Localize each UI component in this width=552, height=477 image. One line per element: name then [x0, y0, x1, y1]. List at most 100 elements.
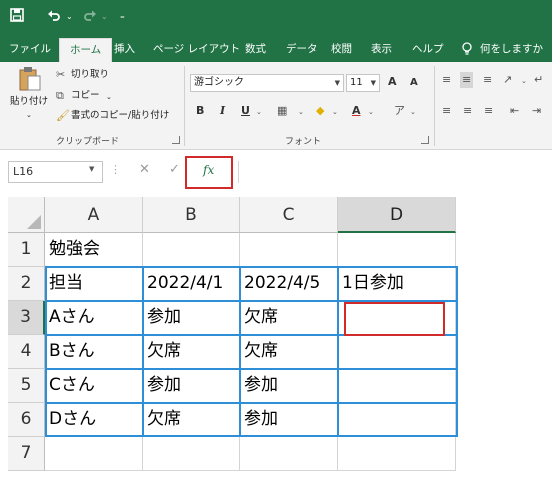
tab-formulas[interactable]: 数式 [245, 36, 266, 62]
orientation-icon[interactable]: ↗ [503, 72, 512, 88]
copy-icon[interactable]: ⧉ [56, 88, 64, 104]
cell-b3[interactable]: 参加 [143, 301, 240, 335]
cell-b7[interactable] [143, 437, 240, 471]
cell-d5[interactable] [338, 369, 456, 403]
row-header-2[interactable]: 2 [8, 267, 45, 301]
chevron-down-icon[interactable]: ⌄ [256, 104, 262, 120]
shrink-font-icon[interactable]: A [410, 75, 418, 91]
cell-c6[interactable]: 参加 [240, 403, 338, 437]
fill-color-icon[interactable]: ◆ [316, 103, 324, 119]
grow-font-icon[interactable]: A [388, 74, 397, 90]
cell-d4[interactable] [338, 335, 456, 369]
customize-icon[interactable]: ₌ [120, 8, 125, 26]
cell-b6[interactable]: 欠席 [143, 403, 240, 437]
paste-icon[interactable] [18, 66, 42, 97]
align-bottom-icon[interactable]: ≡ [483, 72, 492, 88]
tell-me-search[interactable]: 何をしますか [480, 36, 543, 62]
tab-home[interactable]: ホーム [59, 38, 113, 62]
undo-icon[interactable] [47, 8, 61, 22]
paste-dropdown-icon[interactable]: ⌄ [26, 108, 32, 122]
save-icon[interactable] [10, 8, 24, 22]
chevron-down-icon[interactable]: ▼ [371, 75, 376, 91]
cut-label[interactable]: 切り取り [71, 68, 109, 82]
tab-view[interactable]: 表示 [371, 36, 392, 62]
chevron-down-icon[interactable]: ▼ [335, 75, 340, 91]
redo-icon[interactable] [83, 8, 97, 22]
chevron-down-icon[interactable]: ⌄ [410, 104, 416, 120]
cell-a3[interactable]: Aさん [45, 301, 143, 335]
italic-button[interactable]: I [220, 103, 225, 119]
chevron-down-icon[interactable]: ⌄ [332, 104, 338, 120]
phonetic-icon[interactable]: ア [394, 103, 405, 119]
cell-a7[interactable] [45, 437, 143, 471]
lightbulb-icon[interactable] [461, 36, 473, 62]
chevron-down-icon[interactable]: ⌄ [521, 73, 527, 89]
tab-help[interactable]: ヘルプ [412, 36, 444, 62]
chevron-down-icon[interactable]: ⌄ [368, 104, 374, 120]
cell-c4[interactable]: 欠席 [240, 335, 338, 369]
underline-button[interactable]: U [241, 103, 250, 119]
select-all-button[interactable] [8, 197, 45, 233]
scissors-icon[interactable]: ✂ [56, 67, 65, 83]
column-header-a[interactable]: A [45, 197, 143, 233]
cell-c1[interactable] [240, 233, 338, 267]
cell-d6[interactable] [338, 403, 456, 437]
bold-button[interactable]: B [196, 103, 204, 119]
cell-c5[interactable]: 参加 [240, 369, 338, 403]
cell-b4[interactable]: 欠席 [143, 335, 240, 369]
tab-data[interactable]: データ [286, 36, 318, 62]
font-name-box[interactable]: 游ゴシック ▼ [190, 74, 344, 92]
cell-a4[interactable]: Bさん [45, 335, 143, 369]
cell-d2[interactable]: 1日参加 [338, 267, 456, 301]
cell-b2[interactable]: 2022/4/1 [143, 267, 240, 301]
copy-dropdown-icon[interactable]: ⌄ [106, 90, 112, 104]
row-header-6[interactable]: 6 [8, 403, 45, 437]
format-painter-label[interactable]: 書式のコピー/貼り付け [71, 109, 169, 123]
cell-c3[interactable]: 欠席 [240, 301, 338, 335]
chevron-down-icon[interactable]: ⌄ [298, 104, 304, 120]
cell-a1[interactable]: 勉強会 [45, 233, 143, 267]
tab-page-layout[interactable]: ページ レイアウト [153, 36, 240, 62]
formula-input[interactable] [238, 161, 552, 183]
cell-a2[interactable]: 担当 [45, 267, 143, 301]
decrease-indent-icon[interactable]: ⇤ [510, 103, 519, 119]
column-header-d[interactable]: D [338, 197, 456, 233]
tab-file[interactable]: ファイル [9, 36, 51, 62]
row-header-3[interactable]: 3 [8, 301, 45, 335]
cell-c7[interactable] [240, 437, 338, 471]
increase-indent-icon[interactable]: ⇥ [532, 103, 541, 119]
copy-label[interactable]: コピー [71, 89, 100, 103]
tab-insert[interactable]: 挿入 [114, 36, 135, 62]
enter-icon[interactable]: ✓ [169, 162, 180, 177]
font-launcher-icon[interactable] [421, 136, 429, 144]
paste-label[interactable]: 貼り付け [10, 95, 48, 109]
wrap-text-icon[interactable]: ↵ [534, 72, 543, 88]
borders-icon[interactable]: ▦ [277, 103, 287, 119]
align-middle-icon[interactable]: ≡ [460, 72, 474, 88]
font-size-box[interactable]: 11 ▼ [346, 74, 380, 92]
align-top-icon[interactable]: ≡ [442, 72, 451, 88]
row-header-4[interactable]: 4 [8, 335, 45, 369]
align-center-icon[interactable]: ≡ [463, 103, 472, 119]
tab-review[interactable]: 校閲 [331, 36, 352, 62]
row-header-7[interactable]: 7 [8, 437, 45, 471]
row-header-5[interactable]: 5 [8, 369, 45, 403]
column-header-b[interactable]: B [143, 197, 240, 233]
format-painter-icon[interactable]: 🖌 [56, 108, 70, 124]
clipboard-launcher-icon[interactable] [172, 136, 180, 144]
cell-b1[interactable] [143, 233, 240, 267]
cell-d1[interactable] [338, 233, 456, 267]
align-left-icon[interactable]: ≡ [442, 103, 451, 119]
column-header-c[interactable]: C [240, 197, 338, 233]
undo-dropdown-icon[interactable]: ⌄ [66, 8, 73, 26]
cell-d7[interactable] [338, 437, 456, 471]
insert-function-icon[interactable]: fx [203, 163, 214, 177]
row-header-1[interactable]: 1 [8, 233, 45, 267]
cancel-icon[interactable]: ✕ [139, 162, 150, 177]
align-right-icon[interactable]: ≡ [484, 103, 493, 119]
cell-a5[interactable]: Cさん [45, 369, 143, 403]
cell-c2[interactable]: 2022/4/5 [240, 267, 338, 301]
cell-b5[interactable]: 参加 [143, 369, 240, 403]
redo-dropdown-icon[interactable]: ⌄ [101, 8, 108, 26]
name-box-dropdown-icon[interactable]: ▼ [89, 165, 94, 173]
